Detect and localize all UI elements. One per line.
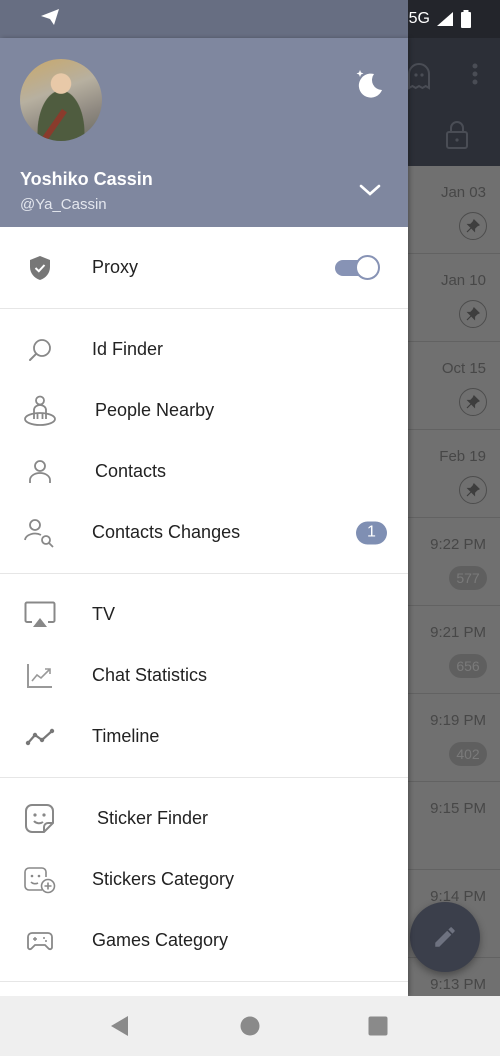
unread-count-badge: 577 — [449, 566, 487, 590]
background-chat-row: Jan 03 — [408, 166, 500, 254]
menu-item-label: Timeline — [92, 726, 160, 746]
sticker-add-icon — [22, 864, 58, 896]
menu-item-stickers-category[interactable]: Stickers Category — [0, 849, 408, 910]
menu-item-contacts[interactable]: Contacts — [0, 441, 408, 502]
menu-item-label: Games Category — [92, 930, 229, 950]
chat-date: 9:13 PM — [430, 976, 486, 993]
chat-date: 9:19 PM — [430, 712, 486, 729]
battery-icon — [461, 10, 471, 28]
shield-check-icon — [22, 252, 58, 284]
user-icon — [22, 456, 58, 488]
menu-item-label: Proxy — [92, 257, 139, 277]
menu-item-games-category[interactable]: Games Category — [0, 910, 408, 971]
avatar[interactable] — [20, 59, 102, 141]
home-circle-icon — [240, 1016, 260, 1036]
drawer-header: Yoshiko Cassin @Ya_Cassin — [0, 38, 408, 227]
menu-item-label: Id Finder — [92, 339, 164, 359]
menu-item-proxy[interactable]: Proxy — [0, 227, 408, 308]
system-nav-bar — [0, 996, 500, 1056]
menu-item-tv[interactable]: TV — [0, 584, 408, 645]
divider — [0, 308, 408, 309]
divider — [0, 777, 408, 778]
recents-square-icon — [368, 1016, 388, 1036]
chart-up-icon — [22, 660, 58, 692]
compose-fab[interactable] — [410, 902, 480, 972]
menu-item-label: Sticker Finder — [97, 808, 209, 828]
menu-item-label: People Nearby — [95, 400, 215, 420]
menu-item-timeline[interactable]: Timeline — [0, 706, 408, 767]
background-chat-row: 9:22 PM 577 — [408, 518, 500, 606]
chevron-down-icon[interactable] — [356, 180, 384, 200]
unread-count-badge: 402 — [449, 742, 487, 766]
background-chat-row: 9:21 PM 656 — [408, 606, 500, 694]
background-chat-row: 9:15 PM — [408, 782, 500, 870]
back-triangle-icon — [111, 1016, 128, 1036]
navigation-drawer: Yoshiko Cassin @Ya_Cassin Proxy Id Finde… — [0, 38, 408, 996]
home-button[interactable] — [238, 1014, 262, 1038]
background-chat-row: Oct 15 — [408, 342, 500, 430]
menu-item-id-finder[interactable]: Id Finder — [0, 319, 408, 380]
contacts-changes-badge: 1 — [356, 521, 387, 544]
moon-stars-icon[interactable] — [352, 66, 386, 100]
menu-item-sticker-finder[interactable]: Sticker Finder — [0, 788, 408, 849]
pin-icon — [459, 212, 487, 240]
proxy-toggle[interactable] — [335, 254, 381, 281]
menu-item-label: Contacts Changes — [92, 522, 241, 542]
ghost-icon — [408, 63, 430, 90]
menu-item-contacts-changes[interactable]: Contacts Changes 1 — [0, 502, 408, 563]
chat-date: 9:21 PM — [430, 624, 486, 641]
people-nearby-icon — [22, 395, 58, 427]
profile-name: Yoshiko Cassin — [20, 169, 153, 189]
menu-item-chat-statistics[interactable]: Chat Statistics — [0, 645, 408, 706]
timeline-icon — [22, 721, 58, 753]
profile-handle: @Ya_Cassin — [20, 196, 107, 213]
unread-count-badge: 656 — [449, 654, 487, 678]
lock-icon[interactable] — [444, 120, 470, 150]
more-vert-icon[interactable] — [470, 62, 480, 88]
menu-item-label: TV — [92, 604, 116, 624]
background-chat-row: 9:19 PM 402 — [408, 694, 500, 782]
network-type: 5G — [408, 10, 430, 27]
menu-item-label: Stickers Category — [92, 869, 235, 889]
background-chat-row: Jan 10 — [408, 254, 500, 342]
pin-icon — [459, 300, 487, 328]
chat-date: 9:15 PM — [430, 800, 486, 817]
chat-date: Feb 19 — [439, 448, 486, 465]
chat-date: 9:22 PM — [430, 536, 486, 553]
divider — [0, 981, 408, 982]
pin-icon — [459, 388, 487, 416]
chat-date: Oct 15 — [441, 360, 486, 377]
menu-item-label: Contacts — [95, 461, 167, 481]
status-bar: 5G — [0, 0, 500, 38]
chat-date: Jan 03 — [440, 184, 486, 201]
pin-icon — [459, 476, 487, 504]
chat-date: Jan 10 — [440, 272, 486, 289]
user-search-icon — [22, 517, 58, 549]
menu-item-label: Chat Statistics — [92, 665, 208, 685]
divider — [0, 573, 408, 574]
pencil-icon — [435, 927, 455, 947]
back-button[interactable] — [108, 1014, 132, 1038]
airplay-tv-icon — [22, 599, 58, 631]
recents-button[interactable] — [366, 1014, 390, 1038]
sticker-icon — [22, 803, 58, 835]
menu-item-people-nearby[interactable]: People Nearby — [0, 380, 408, 441]
background-chat-row: Feb 19 — [408, 430, 500, 518]
gamepad-icon — [22, 925, 58, 957]
signal-icon — [437, 12, 453, 26]
telegram-plane-icon — [40, 8, 60, 31]
search-icon — [22, 334, 58, 366]
